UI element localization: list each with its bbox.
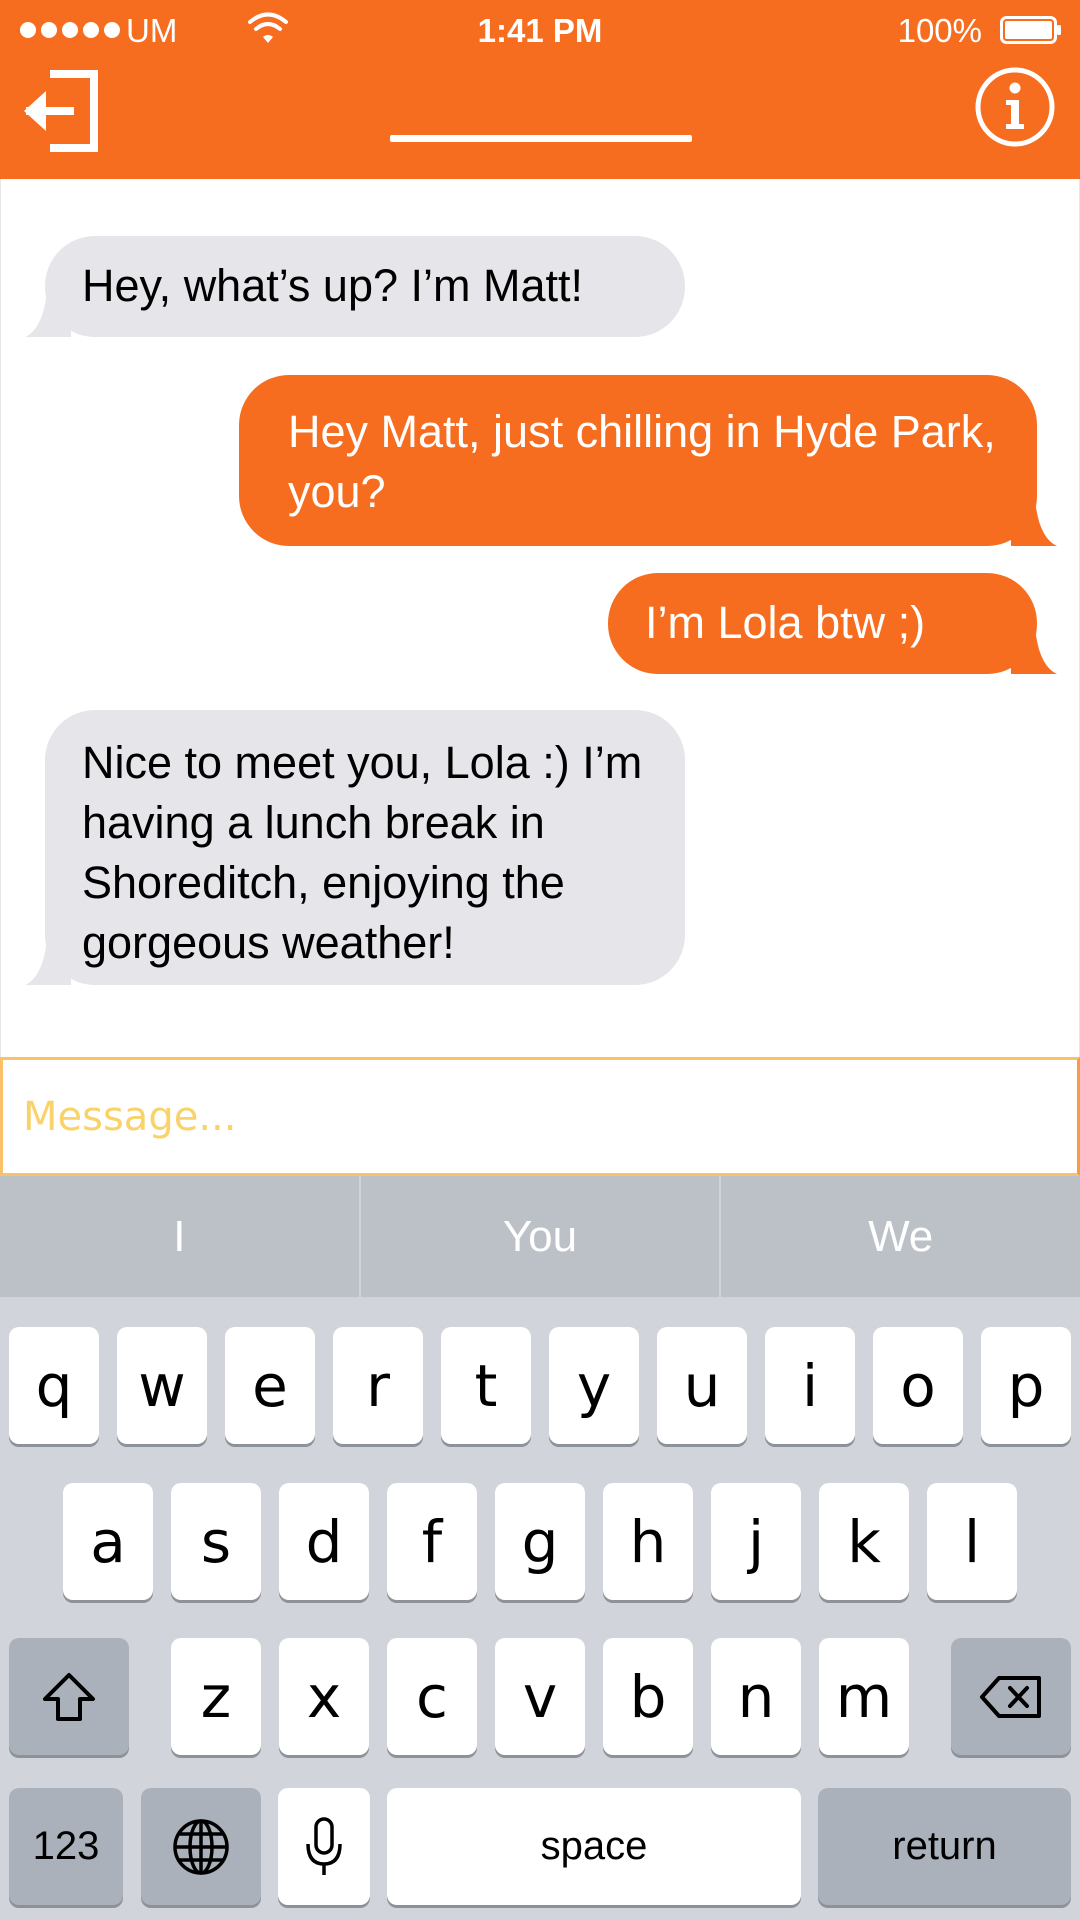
globe-icon	[173, 1818, 229, 1875]
message-text: Hey Matt, just chilling in Hyde Park, yo…	[288, 406, 996, 517]
numbers-key[interactable]: 123	[9, 1788, 123, 1905]
bubble-tail	[25, 939, 71, 985]
key-n[interactable]: n	[711, 1638, 801, 1755]
bubble-tail	[1011, 628, 1057, 674]
key-g[interactable]: g	[495, 1483, 585, 1600]
predictive-bar: I You We	[0, 1176, 1080, 1297]
status-bar: UM 1:41 PM 100%	[0, 0, 1080, 62]
message-thread: Hey, what’s up? I’m Matt! Hey Matt, just…	[0, 179, 1080, 1057]
key-x[interactable]: x	[279, 1638, 369, 1755]
message-input[interactable]	[23, 1082, 1053, 1152]
key-i[interactable]: i	[765, 1327, 855, 1444]
chat-title-placeholder	[390, 135, 692, 142]
info-button[interactable]	[974, 66, 1056, 148]
key-m[interactable]: m	[819, 1638, 909, 1755]
key-t[interactable]: t	[441, 1327, 531, 1444]
globe-key[interactable]	[141, 1788, 261, 1905]
key-a[interactable]: a	[63, 1483, 153, 1600]
message-text: Nice to meet you, Lola :) I’m having a l…	[82, 737, 643, 968]
key-d[interactable]: d	[279, 1483, 369, 1600]
message-bubble-incoming[interactable]: Nice to meet you, Lola :) I’m having a l…	[25, 710, 685, 985]
key-p[interactable]: p	[981, 1327, 1071, 1444]
key-l[interactable]: l	[927, 1483, 1017, 1600]
exit-chat-button[interactable]	[22, 70, 100, 152]
app-header: UM 1:41 PM 100%	[0, 0, 1080, 179]
key-k[interactable]: k	[819, 1483, 909, 1600]
return-key[interactable]: return	[818, 1788, 1071, 1905]
delete-key[interactable]	[951, 1638, 1071, 1755]
space-key[interactable]: space	[387, 1788, 801, 1905]
key-r[interactable]: r	[333, 1327, 423, 1444]
bubble-tail	[25, 291, 71, 337]
suggestion-1[interactable]: I	[0, 1176, 359, 1297]
info-icon	[975, 67, 1055, 147]
message-bubble-incoming[interactable]: Hey, what’s up? I’m Matt!	[25, 236, 685, 337]
backspace-icon	[980, 1675, 1041, 1718]
message-composer	[0, 1057, 1080, 1176]
message-text: Hey, what’s up? I’m Matt!	[82, 260, 584, 311]
key-h[interactable]: h	[603, 1483, 693, 1600]
microphone-icon	[306, 1816, 342, 1875]
keyboard: I You We q w e r t y u i o p a s d f g h…	[0, 1176, 1080, 1920]
chat-screen: UM 1:41 PM 100% Hey, what’s up? I’m Matt…	[0, 0, 1080, 1920]
message-bubble-outgoing[interactable]: I’m Lola btw ;)	[608, 573, 1057, 674]
key-b[interactable]: b	[603, 1638, 693, 1755]
battery-icon	[1000, 16, 1061, 44]
key-q[interactable]: q	[9, 1327, 99, 1444]
key-s[interactable]: s	[171, 1483, 261, 1600]
dictation-key[interactable]	[278, 1788, 370, 1905]
key-y[interactable]: y	[549, 1327, 639, 1444]
message-bubble-outgoing[interactable]: Hey Matt, just chilling in Hyde Park, yo…	[239, 375, 1057, 546]
key-e[interactable]: e	[225, 1327, 315, 1444]
key-w[interactable]: w	[117, 1327, 207, 1444]
key-j[interactable]: j	[711, 1483, 801, 1600]
key-u[interactable]: u	[657, 1327, 747, 1444]
battery-percentage: 100%	[897, 12, 982, 49]
message-text: I’m Lola btw ;)	[645, 597, 926, 648]
bubble-tail	[1011, 500, 1057, 546]
shift-key[interactable]	[9, 1638, 129, 1755]
suggestion-2[interactable]: You	[358, 1176, 720, 1297]
key-f[interactable]: f	[387, 1483, 477, 1600]
suggestion-3[interactable]: We	[719, 1176, 1080, 1297]
key-o[interactable]: o	[873, 1327, 963, 1444]
key-c[interactable]: c	[387, 1638, 477, 1755]
key-z[interactable]: z	[171, 1638, 261, 1755]
key-v[interactable]: v	[495, 1638, 585, 1755]
shift-arrow-icon	[43, 1672, 95, 1721]
exit-door-icon	[24, 70, 98, 152]
